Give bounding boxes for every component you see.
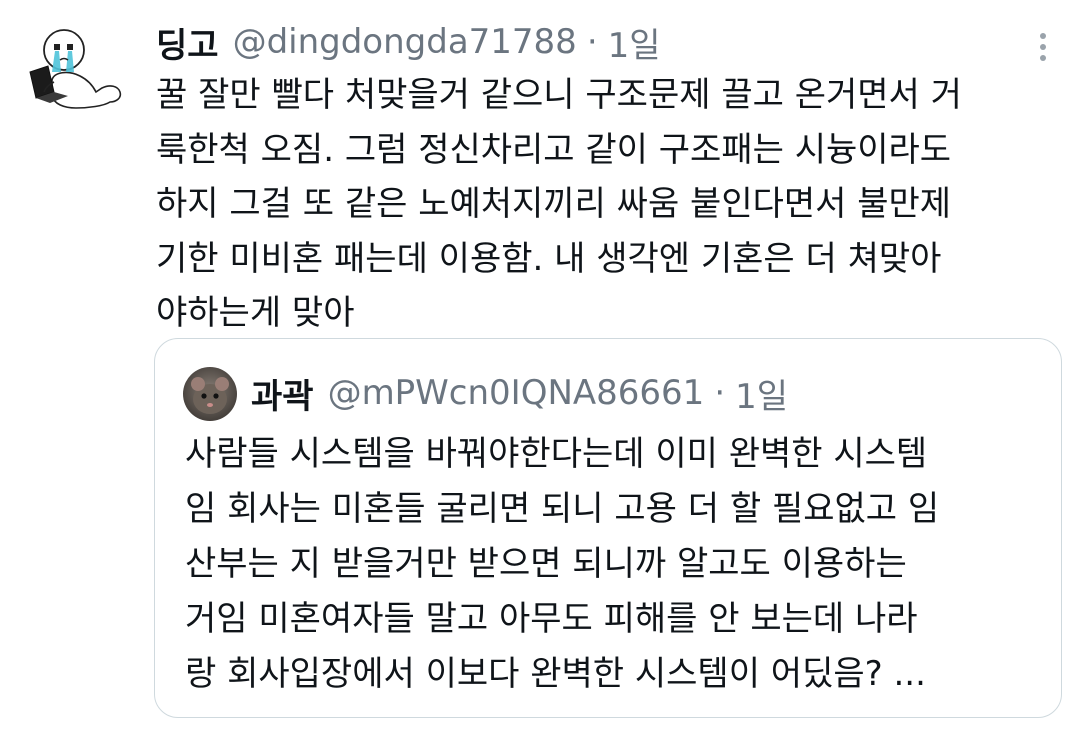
- quoted-text-line: 산부는 지 받을거만 받으면 되니까 알고도 이용하는: [185, 544, 907, 584]
- quoted-text-line: 거임 미혼여자들 말고 아무도 피해를 안 보는데 나라: [185, 599, 918, 639]
- quoted-tweet-card[interactable]: 과곽 @mPWcn0IQNA86661 · 1일 사람들 시스템을 바꿔야한다는…: [154, 338, 1062, 718]
- tweet[interactable]: 딩고 @dingdongda71788 · 1일 꿀 잘만 빨다 처맞을거 같으…: [0, 0, 1080, 730]
- tweet-text-line: 하지 그걸 또 같은 노예처지끼리 싸움 붙인다면서 불만제: [156, 184, 952, 224]
- more-vertical-icon: [1040, 33, 1046, 61]
- quoted-timestamp[interactable]: 1일: [735, 369, 788, 418]
- tweet-header: 딩고 @dingdongda71788 · 1일: [156, 14, 661, 70]
- quoted-text-line: 임 회사는 미혼들 굴리면 되니 고용 더 할 필요없고 임: [185, 489, 940, 529]
- user-avatar[interactable]: [24, 26, 128, 118]
- crying-cartoon-avatar-icon: [29, 29, 122, 109]
- quoted-text-line: 사람들 시스템을 바꿔야한다는데 이미 완벽한 시스템: [185, 434, 928, 474]
- display-name[interactable]: 딩고: [156, 18, 219, 67]
- timestamp[interactable]: 1일: [608, 18, 661, 67]
- quoted-text-line: 랑 회사입장에서 이보다 완벽한 시스템이 어딨음? ...: [185, 654, 926, 694]
- separator-dot: ·: [714, 373, 726, 413]
- user-handle[interactable]: @dingdongda71788: [233, 22, 577, 62]
- separator-dot: ·: [586, 22, 598, 62]
- quoted-display-name[interactable]: 과곽: [251, 369, 314, 418]
- quoted-tweet-text: 사람들 시스템을 바꿔야한다는데 이미 완벽한 시스템 임 회사는 미혼들 굴리…: [185, 427, 1045, 702]
- tweet-text-line: 기한 미비혼 패는데 이용함. 내 생각엔 기혼은 더 쳐맞아: [156, 238, 942, 279]
- tweet-text-line: 꿀 잘만 빨다 처맞을거 같으니 구조문제 끌고 온거면서 거: [156, 75, 962, 115]
- quoted-user-avatar[interactable]: [183, 367, 237, 421]
- rat-photo-avatar-icon: [183, 367, 237, 421]
- more-options-button[interactable]: [1030, 28, 1056, 66]
- quoted-user-handle[interactable]: @mPWcn0IQNA86661: [328, 373, 705, 413]
- tweet-text: 꿀 잘만 빨다 처맞을거 같으니 구조문제 끌고 온거면서 거 룩한척 오짐. …: [156, 68, 1056, 341]
- tweet-text-line: 룩한척 오짐. 그럼 정신차리고 같이 구조패는 시늉이라도: [156, 129, 952, 170]
- quoted-tweet-header: 과곽 @mPWcn0IQNA86661 · 1일: [251, 365, 788, 421]
- tweet-text-line: 야하는게 맞아: [156, 293, 355, 333]
